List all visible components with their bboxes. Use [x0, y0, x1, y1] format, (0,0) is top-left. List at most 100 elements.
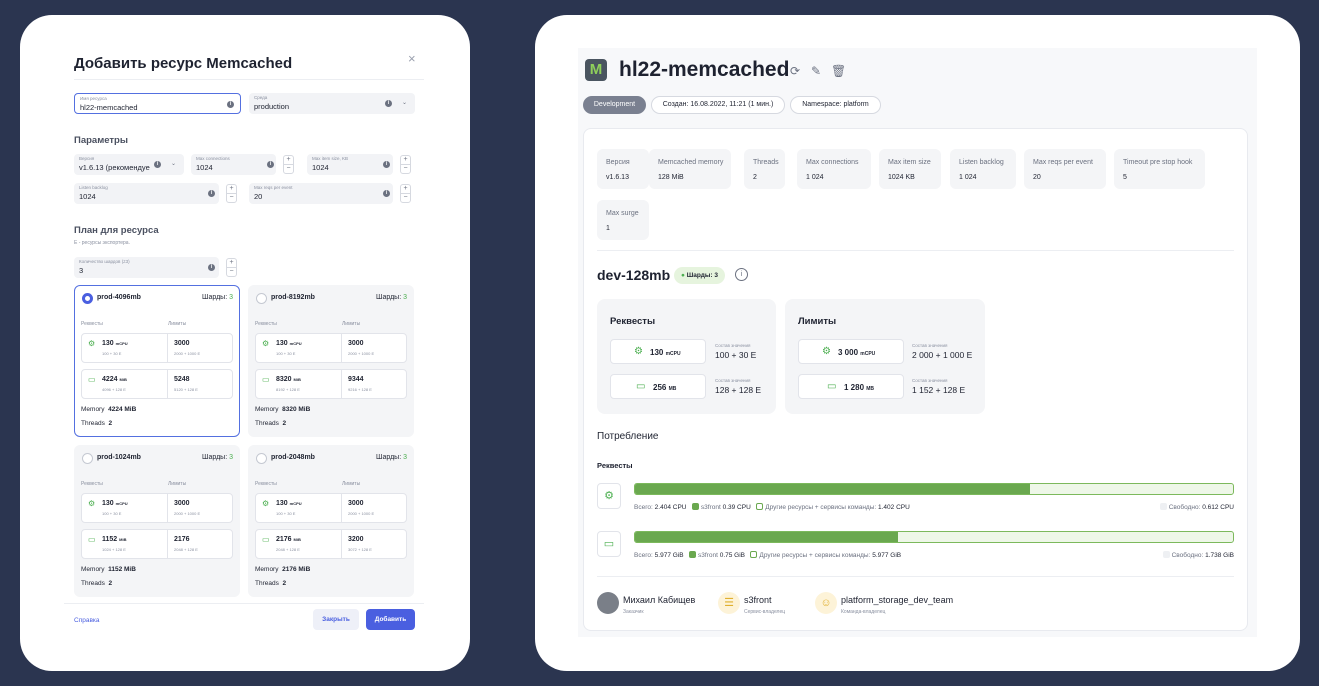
total-value: 2.404 CPU [654, 504, 687, 511]
max-reqs-stepper[interactable]: + − [400, 184, 411, 203]
namespace-chip: Namespace: platform [790, 96, 881, 114]
composition-label: Состав значения [715, 343, 751, 348]
listen-backlog-stepper[interactable]: + − [226, 184, 237, 203]
consumption-subtitle: Реквесты [597, 461, 633, 470]
param-label: Timeout pre stop hook [1123, 159, 1193, 166]
help-link[interactable]: Справка [74, 617, 100, 624]
limits-title: Лимиты [798, 316, 837, 327]
version-select[interactable]: Версия v1.6.13 (рекомендуе i ⌄ [74, 154, 184, 175]
mem-row: ▭ 8320 MiB 8192 + 128 E 9344 9216 + 128 E [255, 369, 407, 399]
minus-icon[interactable]: − [284, 165, 293, 174]
cpu-request: 130 mCPU [102, 500, 128, 507]
minus-icon[interactable]: − [401, 194, 410, 203]
plus-icon[interactable]: + [401, 156, 410, 165]
param-value: v1.6.13 [606, 174, 629, 181]
cpu-icon: ⚙ [88, 339, 96, 348]
divider [64, 603, 424, 604]
cpu-row: ⚙ 130 mCPU 100 + 30 E 3000 2000 + 1000 E [81, 333, 233, 363]
listen-backlog-field[interactable]: Listen backlog 1024 i [74, 183, 219, 204]
info-icon[interactable]: i [735, 268, 748, 281]
other-label: Другие ресурсы + сервисы команды: [765, 504, 877, 511]
plan-name: prod-4096mb [97, 294, 141, 301]
param-value: 1 024 [806, 174, 824, 181]
shards-value: 3 [229, 454, 233, 461]
owner-name[interactable]: Михаил Кабищев [623, 595, 695, 605]
threads-value: 2 [108, 420, 113, 427]
shards-value: 3 [403, 454, 407, 461]
max-reqs-field[interactable]: Max reqs per event 20 i [249, 183, 393, 204]
plus-icon[interactable]: + [227, 185, 236, 194]
minus-icon[interactable]: − [401, 165, 410, 174]
value: 256 [653, 383, 667, 392]
owner-name[interactable]: s3front [744, 595, 772, 605]
minus-icon[interactable]: − [227, 268, 236, 277]
free-swatch [1159, 503, 1167, 510]
info-icon: i [208, 190, 215, 197]
value: 130 [276, 340, 288, 347]
free-swatch [1162, 551, 1170, 558]
unit: mCPU [115, 341, 128, 346]
plus-icon[interactable]: + [227, 259, 236, 268]
param-label: Threads [753, 159, 779, 166]
mem-row: ▭ 1152 MiB 1024 + 128 E 2176 2048 + 128 E [81, 529, 233, 559]
field-label: Количество шардов (≠3) [79, 259, 130, 264]
refresh-icon[interactable]: ⟳ [790, 64, 800, 78]
trash-icon[interactable]: 🗑 [831, 64, 846, 78]
own-swatch [691, 503, 699, 510]
add-button[interactable]: Добавить [366, 609, 415, 630]
plan-radio[interactable] [82, 293, 93, 304]
memory-value: 1152 MiB [108, 566, 136, 573]
param-value: 20 [1033, 174, 1041, 181]
limits-header: Лимиты [342, 321, 361, 327]
shards-value: 3 [403, 294, 407, 301]
requests-header: Реквесты [255, 321, 277, 327]
edit-icon[interactable]: ✎ [811, 64, 821, 78]
shards-field[interactable]: Количество шардов (≠3) 3 i [74, 257, 219, 278]
param-value: 2 [753, 174, 757, 181]
memcached-logo: M [585, 59, 607, 81]
value: 2176 [276, 536, 292, 543]
param-label: Memcached memory [658, 159, 724, 166]
plan-radio[interactable] [82, 453, 93, 464]
close-icon[interactable]: × [408, 51, 416, 66]
max-connections-field[interactable]: Max connections 1024 i [191, 154, 276, 175]
plan-threads: Threads 2 [81, 580, 112, 587]
mem-limit-sub: 5120 + 128 E [174, 387, 198, 392]
cpu-icon: ⚙ [88, 499, 96, 508]
field-value: hl22-memcached [80, 103, 138, 112]
max-item-size-field[interactable]: Max item size, KB 1024 i [307, 154, 393, 175]
mem-limit-sub: 3072 + 128 E [348, 547, 372, 552]
param-label: Max connections [806, 159, 859, 166]
composition-label: Состав значения [912, 378, 948, 383]
composition-value: 128 + 128 E [715, 385, 762, 395]
cpu-usage-bar [634, 483, 1234, 495]
plus-icon[interactable]: + [284, 156, 293, 165]
plan-card[interactable]: prod-4096mb Шарды: 3 Реквесты Лимиты ⚙ 130 mC… [74, 285, 240, 437]
add-resource-modal: Добавить ресурс Memcached × Имя ресурса … [20, 15, 470, 671]
cpu-limit-sub: 2000 + 1000 E [348, 351, 375, 356]
owner-role: Заказчик [623, 609, 644, 615]
limits-mem: ▭ 1 280 MB [798, 374, 904, 399]
resource-name-field[interactable]: Имя ресурса hl22-memcached i [74, 93, 241, 114]
value: 130 [276, 500, 288, 507]
plan-radio[interactable] [256, 453, 267, 464]
environment-select[interactable]: Среда production i ⌄ [249, 93, 415, 114]
requests-cpu: ⚙ 130 mCPU [610, 339, 706, 364]
minus-icon[interactable]: − [227, 194, 236, 203]
cpu-value: 3 000 mCPU [838, 348, 875, 357]
team-icon: ☺ [815, 592, 837, 614]
max-item-size-stepper[interactable]: + − [400, 155, 411, 174]
close-button[interactable]: Закрыть [313, 609, 359, 630]
owner-name[interactable]: platform_storage_dev_team [841, 595, 953, 605]
plan-card[interactable]: prod-2048mb Шарды: 3 Реквесты Лимиты ⚙ 130 mC… [248, 445, 414, 597]
shards-stepper[interactable]: + − [226, 258, 237, 277]
plus-icon[interactable]: + [401, 185, 410, 194]
other-value: 1.402 CPU [878, 504, 910, 511]
plan-radio[interactable] [256, 293, 267, 304]
plan-card[interactable]: prod-1024mb Шарды: 3 Реквесты Лимиты ⚙ 130 mC… [74, 445, 240, 597]
cpu-request-sub: 100 + 30 E [102, 511, 122, 516]
max-connections-stepper[interactable]: + − [283, 155, 294, 174]
value: 130 [650, 348, 664, 357]
plan-card[interactable]: prod-8192mb Шарды: 3 Реквесты Лимиты ⚙ 130 mC… [248, 285, 414, 437]
threads-value: 2 [282, 580, 287, 587]
